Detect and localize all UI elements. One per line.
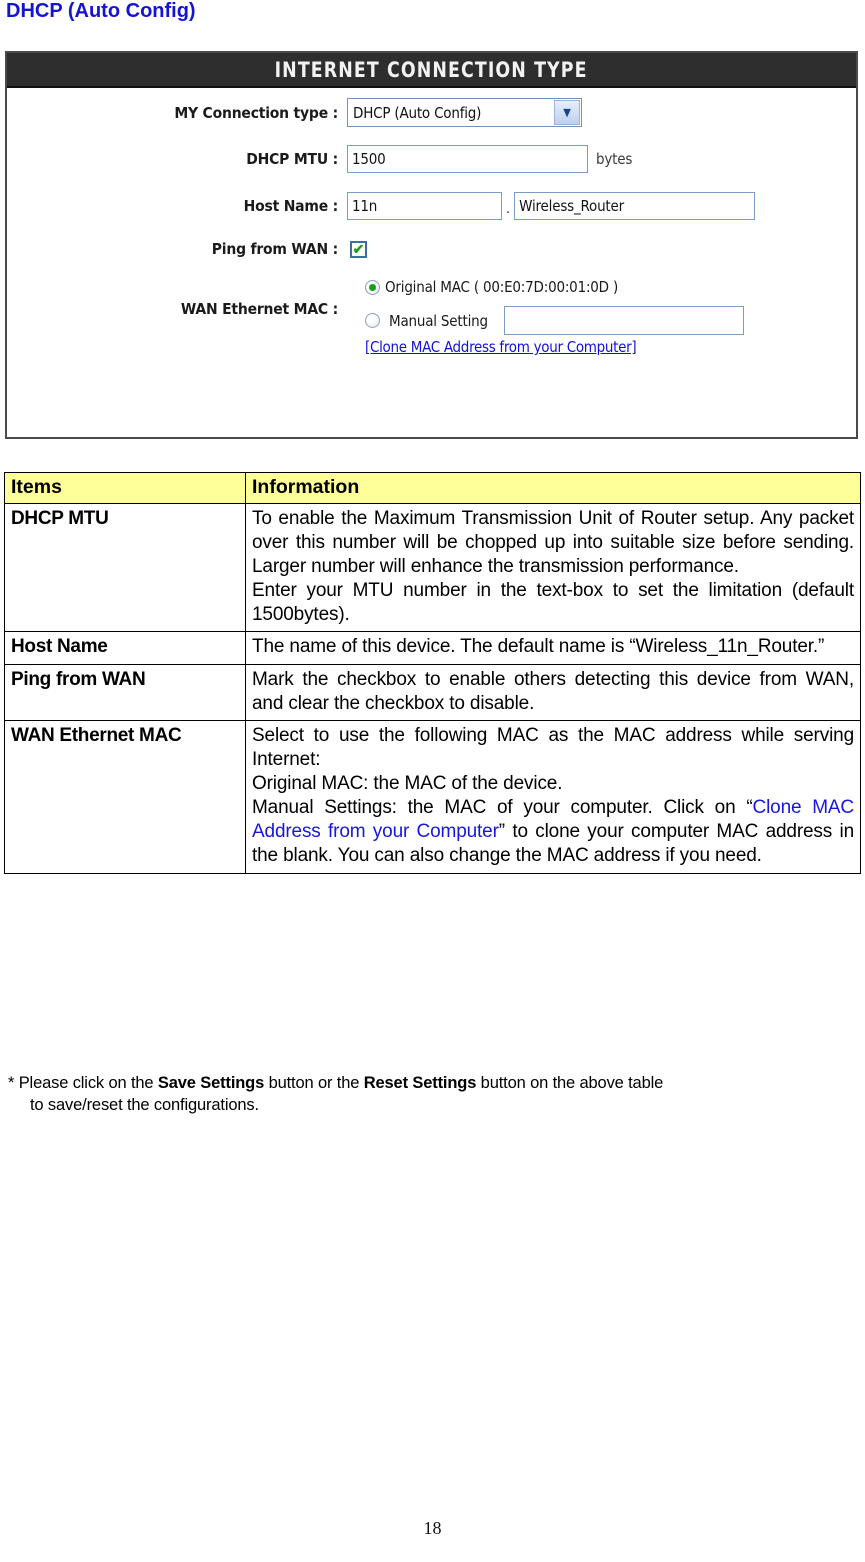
ping-from-wan-checkbox[interactable]: ✔: [350, 240, 367, 258]
host-name-prefix-input[interactable]: 11n: [347, 192, 502, 220]
wan-mac-desc-line-3-before: Manual Settings: the MAC of your compute…: [252, 797, 753, 819]
host-name-suffix-input[interactable]: Wireless_Router: [514, 192, 756, 220]
host-name-row: Host Name : 11n . Wireless_Router: [93, 192, 756, 220]
row-item-dhcp-mtu: DHCP MTU: [4, 502, 246, 633]
footnote-reset-settings-label: Reset Settings: [363, 1074, 477, 1092]
original-mac-option[interactable]: Original MAC ( 00:E0:7D:00:01:0D ): [365, 278, 744, 296]
row-item-wan-ethernet-mac-text: WAN Ethernet MAC: [11, 724, 182, 746]
radio-original-mac-icon[interactable]: [365, 279, 380, 295]
page-number: 18: [423, 1518, 442, 1538]
page-title: DHCP (Auto Config): [6, 0, 196, 22]
table-header-information: Information: [245, 472, 861, 504]
dhcp-mtu-desc-para-1: To enable the Maximum Transmission Unit …: [252, 507, 854, 577]
internet-connection-type-panel: INTERNET CONNECTION TYPE MY Connection t…: [5, 51, 858, 439]
table-row: Host Name The name of this device. The d…: [4, 631, 861, 665]
check-icon: ✔: [352, 241, 365, 257]
row-info-dhcp-mtu: To enable the Maximum Transmission Unit …: [245, 502, 861, 633]
ping-from-wan-desc-para-1: Mark the checkbox to enable others detec…: [252, 668, 854, 714]
row-item-host-name: Host Name: [4, 631, 246, 665]
wan-ethernet-mac-options: Original MAC ( 00:E0:7D:00:01:0D ) Manua…: [365, 278, 744, 357]
table-header-items: Items: [4, 472, 246, 504]
host-name-separator: .: [506, 200, 511, 217]
row-item-ping-from-wan: Ping from WAN: [4, 663, 246, 721]
manual-setting-label: Manual Setting: [389, 311, 488, 330]
ping-from-wan-label: Ping from WAN :: [211, 240, 338, 258]
manual-setting-option[interactable]: Manual Setting: [365, 306, 744, 335]
table-row: Ping from WAN Mark the checkbox to enabl…: [4, 663, 861, 721]
row-info-wan-ethernet-mac: Select to use the following MAC as the M…: [245, 719, 861, 874]
table-row: DHCP MTU To enable the Maximum Transmiss…: [4, 502, 861, 633]
clone-mac-address-link[interactable]: [Clone MAC Address from your Computer]: [365, 338, 637, 356]
row-info-host-name: The name of this device. The default nam…: [245, 631, 861, 665]
wan-mac-desc-line-3: Manual Settings: the MAC of your compute…: [252, 796, 854, 868]
radio-manual-setting-icon[interactable]: [365, 313, 380, 328]
chevron-down-icon[interactable]: ▼: [554, 100, 580, 125]
wan-ethernet-mac-label: WAN Ethernet MAC :: [180, 300, 338, 318]
panel-body: MY Connection type : DHCP (Auto Config) …: [7, 88, 856, 439]
wan-ethernet-mac-label-wrap: WAN Ethernet MAC :: [93, 300, 338, 318]
information-table: Items Information DHCP MTU To enable the…: [4, 472, 861, 874]
dhcp-mtu-row: DHCP MTU : 1500 bytes: [93, 145, 632, 173]
panel-header: INTERNET CONNECTION TYPE: [7, 53, 856, 88]
host-name-desc-para-1: The name of this device. The default nam…: [252, 636, 825, 658]
wan-mac-desc-line-1: Select to use the following MAC as the M…: [252, 724, 854, 770]
row-item-wan-ethernet-mac: WAN Ethernet MAC: [4, 719, 246, 874]
dhcp-mtu-desc-para-2: Enter your MTU number in the text-box to…: [252, 580, 854, 626]
ping-from-wan-row: Ping from WAN : ✔: [93, 240, 367, 258]
host-name-label: Host Name :: [243, 197, 339, 215]
panel-header-title: INTERNET CONNECTION TYPE: [275, 57, 588, 82]
wan-mac-desc-line-2: Original MAC: the MAC of the device.: [252, 773, 563, 794]
row-info-ping-from-wan: Mark the checkbox to enable others detec…: [245, 663, 861, 721]
footnote-save-settings-label: Save Settings: [157, 1074, 265, 1092]
footnote: * Please click on the Save Settings butt…: [8, 1072, 864, 1117]
original-mac-label: Original MAC ( 00:E0:7D:00:01:0D ): [385, 278, 619, 296]
table-header-row: Items Information: [4, 472, 861, 504]
footnote-second-line: to save/reset the configurations.: [30, 1096, 259, 1115]
connection-type-selected-value: DHCP (Auto Config): [353, 103, 482, 122]
footnote-suffix: button on the above table: [476, 1074, 664, 1092]
connection-type-select[interactable]: DHCP (Auto Config) ▼: [347, 98, 582, 127]
footnote-prefix: * Please click on the: [8, 1074, 158, 1092]
connection-type-row: MY Connection type : DHCP (Auto Config) …: [93, 98, 582, 127]
dhcp-mtu-input[interactable]: 1500: [347, 145, 588, 173]
manual-mac-input[interactable]: [503, 306, 744, 335]
dhcp-mtu-label: DHCP MTU :: [246, 150, 338, 168]
footnote-middle: button or the: [264, 1074, 364, 1092]
connection-type-label: MY Connection type :: [174, 103, 338, 122]
dhcp-mtu-unit: bytes: [596, 150, 633, 168]
table-row: WAN Ethernet MAC Select to use the follo…: [4, 719, 861, 874]
